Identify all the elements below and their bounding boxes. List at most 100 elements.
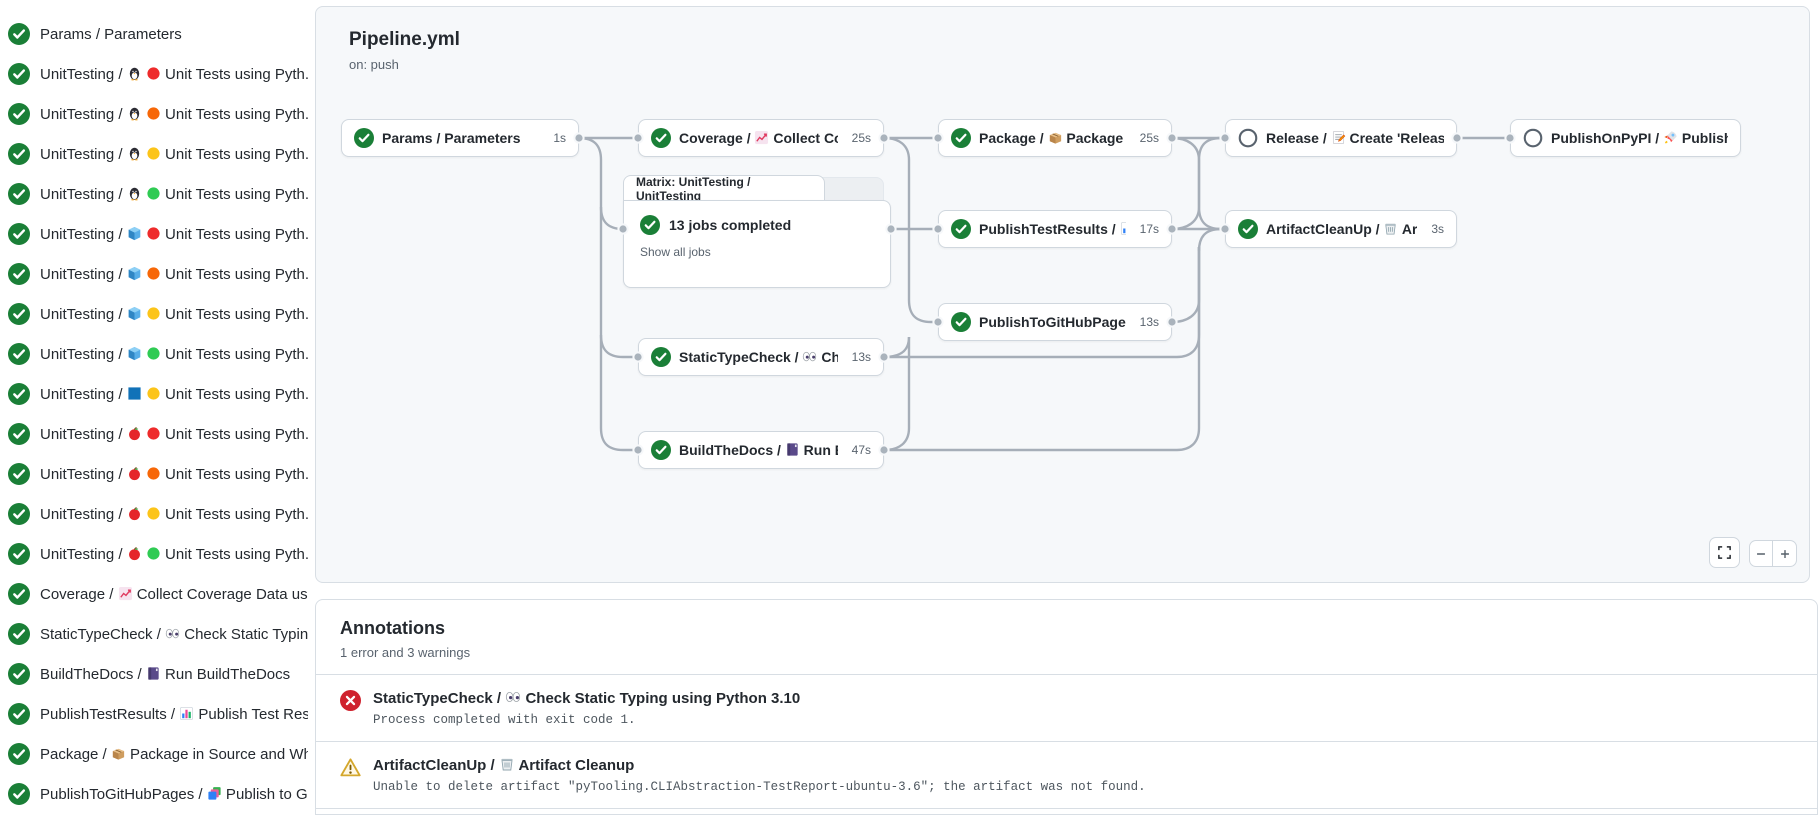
sidebar-job-label: UnitTesting / Unit Tests using Pyth... bbox=[40, 386, 308, 403]
check-circle bbox=[8, 143, 30, 165]
sidebar-job-item[interactable]: UnitTesting / Unit Tests using Pyth... bbox=[0, 254, 312, 294]
graph-node-coverage[interactable]: Coverage / Collect Cove...25s bbox=[638, 119, 884, 157]
check-circle bbox=[8, 543, 30, 565]
sidebar-job-item[interactable]: PublishTestResults / Publish Test Resu..… bbox=[0, 694, 312, 734]
eyes-icon bbox=[505, 689, 521, 705]
sidebar-job-item[interactable]: UnitTesting / Unit Tests using Pyth... bbox=[0, 454, 312, 494]
graph-node-publishtestresults[interactable]: PublishTestResults / Pu...17s bbox=[938, 210, 1172, 248]
graph-node-package[interactable]: Package / Package in So...25s bbox=[938, 119, 1172, 157]
graph-node-release[interactable]: Release / Create 'Release P... bbox=[1225, 119, 1457, 157]
check-circle bbox=[8, 663, 30, 685]
graph-node-buildthedocs[interactable]: BuildTheDocs / Run Buil...47s bbox=[638, 431, 884, 469]
penguin-icon bbox=[127, 146, 142, 161]
sidebar-job-label: UnitTesting / Unit Tests using Pyth... bbox=[40, 506, 308, 523]
sidebar-job-item[interactable]: UnitTesting / Unit Tests using Pyth... bbox=[0, 214, 312, 254]
sidebar-job-label: UnitTesting / Unit Tests using Pyth... bbox=[40, 186, 308, 203]
graph-node-label: PublishToGitHubPages / ... bbox=[979, 314, 1126, 330]
check-circle bbox=[8, 463, 30, 485]
sidebar-job-label: UnitTesting / Unit Tests using Pyth... bbox=[40, 346, 308, 363]
annotation-row-warning: ArtifactCleanUp / Artifact Cleanup Unable… bbox=[316, 742, 1817, 809]
check-circle bbox=[8, 503, 30, 525]
penguin-icon bbox=[127, 106, 142, 121]
annotation-title[interactable]: ArtifactCleanUp / Artifact Cleanup bbox=[373, 756, 1146, 774]
sidebar-job-item[interactable]: UnitTesting / Unit Tests using Pyth... bbox=[0, 174, 312, 214]
check-circle bbox=[8, 583, 30, 605]
sidebar-job-item[interactable]: StaticTypeCheck / Check Static Typing... bbox=[0, 614, 312, 654]
annotations-panel: Annotations 1 error and 3 warnings Stati… bbox=[315, 599, 1818, 815]
memo-pencil-icon bbox=[1331, 130, 1346, 145]
graph-node-label: Release / Create 'Release P... bbox=[1266, 130, 1444, 146]
zoom-in-button[interactable] bbox=[1773, 541, 1796, 566]
sidebar-job-item[interactable]: PublishToGitHubPages / Publish to G... bbox=[0, 774, 312, 814]
sidebar-job-label: UnitTesting / Unit Tests using Pyth... bbox=[40, 146, 308, 163]
graph-node-label: ArtifactCleanUp / Artifac... bbox=[1266, 221, 1417, 237]
sidebar-job-item[interactable]: UnitTesting / Unit Tests using Pyth... bbox=[0, 334, 312, 374]
graph-node-label: PublishOnPyPI / Publish to ... bbox=[1551, 130, 1728, 146]
dot-yellow-icon bbox=[146, 386, 161, 401]
sidebar-job-item[interactable]: UnitTesting / Unit Tests using Pyth... bbox=[0, 294, 312, 334]
fullscreen-icon bbox=[1717, 545, 1732, 560]
check-circle bbox=[651, 128, 671, 148]
warning-triangle-icon bbox=[340, 757, 361, 778]
check-circle bbox=[8, 623, 30, 645]
sidebar-job-item[interactable]: UnitTesting / Unit Tests using Pyth... bbox=[0, 94, 312, 134]
sidebar-job-item[interactable]: Package / Package in Source and Wh... bbox=[0, 734, 312, 774]
cube-icon bbox=[127, 346, 142, 361]
apple-icon bbox=[127, 506, 142, 521]
dot-orange-icon bbox=[146, 266, 161, 281]
check-circle bbox=[8, 103, 30, 125]
sidebar-job-item[interactable]: Params / Parameters bbox=[0, 14, 312, 54]
annotation-message: Unable to delete artifact "pyTooling.CLI… bbox=[373, 780, 1146, 794]
sidebar-job-item[interactable]: UnitTesting / Unit Tests using Pyth... bbox=[0, 134, 312, 174]
check-circle bbox=[951, 312, 971, 332]
graph-node-publishonpypi[interactable]: PublishOnPyPI / Publish to ... bbox=[1510, 119, 1741, 157]
fullscreen-button[interactable] bbox=[1709, 537, 1740, 568]
sidebar-job-item[interactable]: BuildTheDocs / Run BuildTheDocs bbox=[0, 654, 312, 694]
sidebar-job-label: PublishTestResults / Publish Test Resu..… bbox=[40, 706, 308, 723]
check-circle bbox=[8, 183, 30, 205]
check-circle-icon bbox=[640, 215, 660, 235]
eyes-icon bbox=[165, 626, 180, 641]
graph-node-duration: 13s bbox=[846, 350, 871, 364]
sidebar-job-item[interactable]: UnitTesting / Unit Tests using Pyth... bbox=[0, 534, 312, 574]
book-icon bbox=[146, 666, 161, 681]
annotation-message: Process completed with exit code 1. bbox=[373, 713, 800, 727]
skipped-circle bbox=[1238, 128, 1258, 148]
package-icon bbox=[1048, 130, 1063, 145]
chart-increasing-icon bbox=[754, 130, 769, 145]
check-circle bbox=[8, 63, 30, 85]
sidebar-job-label: Coverage / Collect Coverage Data usi... bbox=[40, 586, 308, 603]
check-circle bbox=[951, 219, 971, 239]
annotations-title: Annotations bbox=[340, 618, 1793, 639]
check-circle bbox=[1238, 219, 1258, 239]
graph-node-publishtogithubpages[interactable]: PublishToGitHubPages / ...13s bbox=[938, 303, 1172, 341]
graph-node-artifactcleanup[interactable]: ArtifactCleanUp / Artifac...3s bbox=[1225, 210, 1457, 248]
sidebar-job-item[interactable]: UnitTesting / Unit Tests using Pyth... bbox=[0, 414, 312, 454]
show-all-jobs-link[interactable]: Show all jobs bbox=[640, 245, 874, 259]
bar-chart-icon bbox=[179, 706, 194, 721]
plus-icon bbox=[1778, 547, 1792, 561]
graph-edges bbox=[316, 7, 1811, 584]
zoom-out-button[interactable] bbox=[1750, 541, 1773, 566]
sidebar-job-item[interactable]: UnitTesting / Unit Tests using Pyth... bbox=[0, 494, 312, 534]
matrix-card: 13 jobs completed Show all jobs bbox=[623, 200, 891, 288]
dot-green-icon bbox=[146, 186, 161, 201]
skipped-circle bbox=[1523, 128, 1543, 148]
error-x-icon bbox=[340, 690, 361, 711]
graph-node-statictypecheck[interactable]: StaticTypeCheck / Chec...13s bbox=[638, 338, 884, 376]
minus-icon bbox=[1754, 547, 1768, 561]
graph-node-label: Params / Parameters bbox=[382, 130, 521, 146]
sidebar-job-item[interactable]: UnitTesting / Unit Tests using Pyth... bbox=[0, 54, 312, 94]
graph-node-duration: 1s bbox=[547, 131, 566, 145]
check-circle bbox=[354, 128, 374, 148]
jobs-sidebar: Params / ParametersUnitTesting / Unit Te… bbox=[0, 0, 312, 815]
annotation-title[interactable]: StaticTypeCheck / Check Static Typing us… bbox=[373, 689, 800, 707]
graph-node-params[interactable]: Params / Parameters 1s bbox=[341, 119, 579, 157]
sidebar-job-item[interactable]: Coverage / Collect Coverage Data usi... bbox=[0, 574, 312, 614]
graph-node-label: PublishTestResults / Pu... bbox=[979, 221, 1126, 237]
package-icon bbox=[111, 746, 126, 761]
graph-node-duration: 25s bbox=[846, 131, 871, 145]
workflow-run-page: Params / ParametersUnitTesting / Unit Te… bbox=[0, 0, 1818, 815]
sidebar-job-item[interactable]: UnitTesting / Unit Tests using Pyth... bbox=[0, 374, 312, 414]
sidebar-job-label: UnitTesting / Unit Tests using Pyth... bbox=[40, 226, 308, 243]
